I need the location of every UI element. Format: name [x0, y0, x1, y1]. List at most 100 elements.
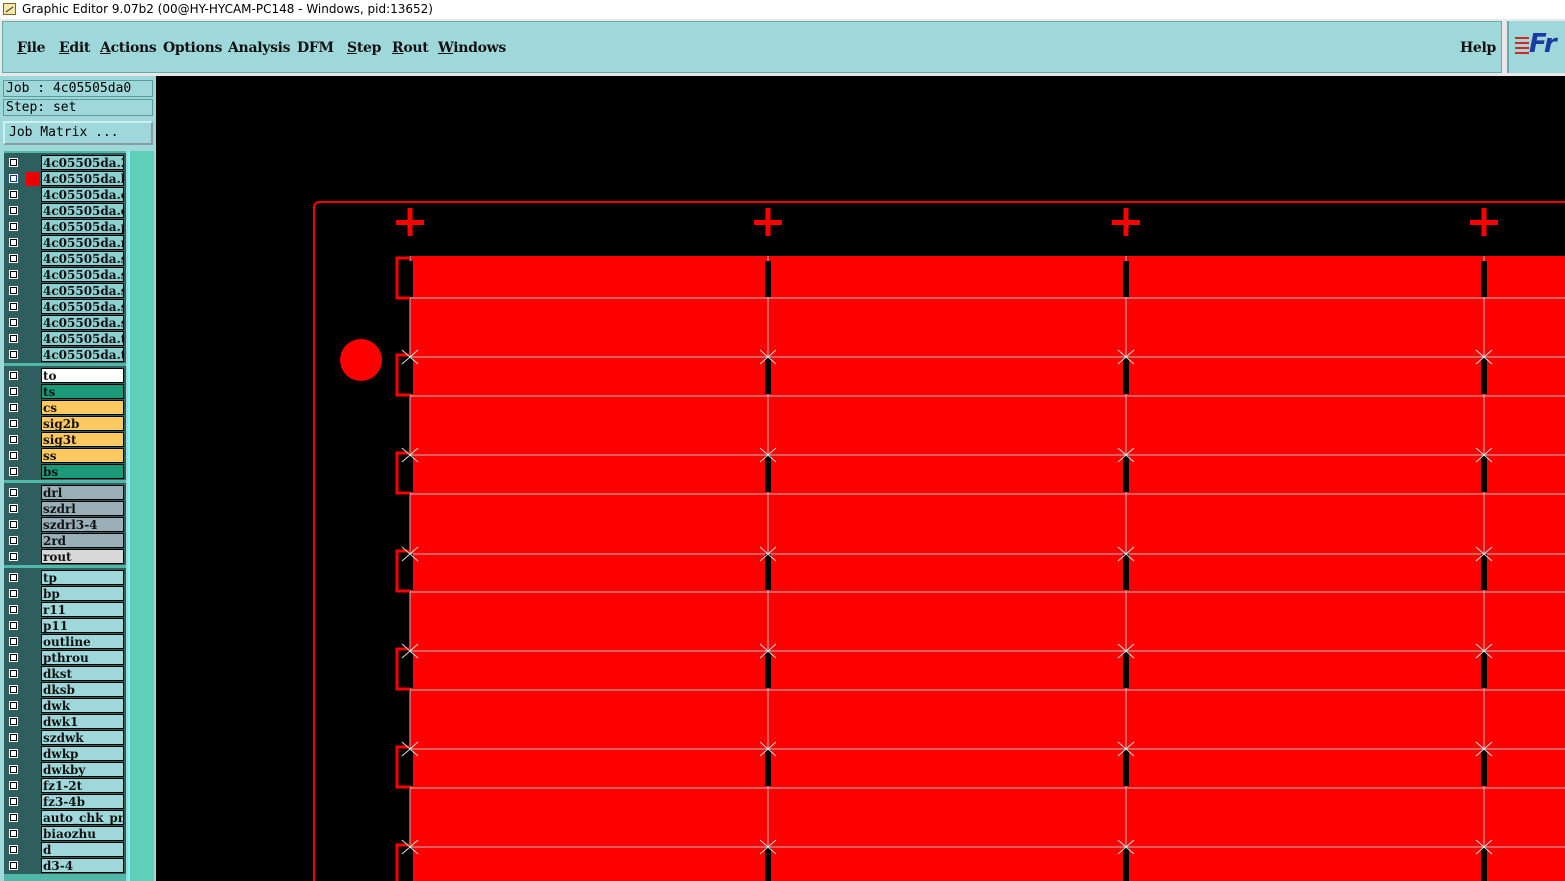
layer-row[interactable]: rout	[4, 549, 126, 565]
layer-checkbox[interactable]	[9, 467, 18, 476]
layer-checkbox[interactable]	[9, 829, 18, 838]
layer-row[interactable]: drl	[4, 485, 126, 501]
layer-label[interactable]: 4c05505da.pt	[41, 219, 124, 234]
layer-label[interactable]: ts	[41, 384, 124, 399]
panel-drawing[interactable]	[158, 76, 1565, 881]
layer-row[interactable]: sig3t	[4, 432, 126, 448]
layer-checkbox[interactable]	[9, 685, 18, 694]
layer-label[interactable]: 4c05505da.bm	[41, 171, 124, 186]
layer-checkbox[interactable]	[9, 536, 18, 545]
layer-label[interactable]: 4c05505da.si	[41, 251, 124, 266]
layer-label[interactable]: d	[41, 842, 124, 857]
layer-checkbox[interactable]	[9, 403, 18, 412]
layer-checkbox[interactable]	[9, 520, 18, 529]
layer-row[interactable]: 2rd	[4, 533, 126, 549]
layer-checkbox[interactable]	[9, 504, 18, 513]
layer-label[interactable]: 4c05505da.sz	[41, 299, 124, 314]
layer-row[interactable]: d	[4, 842, 126, 858]
layer-row[interactable]: 4c05505da.cs	[4, 187, 126, 203]
layer-row[interactable]: 4c05505da.si	[4, 267, 126, 283]
layer-checkbox[interactable]	[9, 765, 18, 774]
layer-row[interactable]: dwk1	[4, 714, 126, 730]
menu-help[interactable]: Help	[1460, 40, 1496, 56]
layer-label[interactable]: dwkby	[41, 762, 124, 777]
layer-row[interactable]: szdrl3-4	[4, 517, 126, 533]
layer-checkbox[interactable]	[9, 206, 18, 215]
layer-label[interactable]: fz1-2t	[41, 778, 124, 793]
graphic-canvas[interactable]	[158, 76, 1565, 881]
layer-list-scrollbar[interactable]	[128, 151, 154, 881]
layer-row[interactable]: sig2b	[4, 416, 126, 432]
layer-label[interactable]: 4c05505da.cs	[41, 187, 124, 202]
layer-checkbox[interactable]	[9, 717, 18, 726]
layer-row[interactable]: 4c05505da.ts	[4, 347, 126, 363]
layer-label[interactable]: 4c05505da.sz	[41, 315, 124, 330]
layer-row[interactable]: 4c05505da.pt	[4, 219, 126, 235]
layer-checkbox[interactable]	[9, 371, 18, 380]
layer-checkbox[interactable]	[9, 451, 18, 460]
layer-checkbox[interactable]	[9, 270, 18, 279]
menu-options[interactable]: Options	[163, 40, 222, 56]
layer-row[interactable]: 4c05505da.bm	[4, 171, 126, 187]
layer-row[interactable]: 4c05505da.sz	[4, 315, 126, 331]
menu-file[interactable]: File	[17, 40, 46, 56]
layer-label[interactable]: pthrou	[41, 650, 124, 665]
layer-label[interactable]: 4c05505da.dr	[41, 203, 124, 218]
layer-row[interactable]: 4c05505da.2r	[4, 155, 126, 171]
job-matrix-button[interactable]: Job Matrix ...	[3, 121, 153, 145]
layer-checkbox[interactable]	[9, 222, 18, 231]
layer-row[interactable]: fz1-2t	[4, 778, 126, 794]
layer-checkbox[interactable]	[9, 419, 18, 428]
menu-analysis[interactable]: Analysis	[228, 40, 291, 56]
layer-label[interactable]: tp	[41, 570, 124, 585]
menu-windows[interactable]: Windows	[438, 40, 506, 56]
layer-row[interactable]: 4c05505da.ss	[4, 283, 126, 299]
layer-checkbox[interactable]	[9, 350, 18, 359]
layer-checkbox[interactable]	[9, 158, 18, 167]
layer-checkbox[interactable]	[9, 733, 18, 742]
layer-label[interactable]: 4c05505da.2r	[41, 155, 124, 170]
layer-label[interactable]: 4c05505da.ts	[41, 347, 124, 362]
layer-row[interactable]: auto_chk_pnl	[4, 810, 126, 826]
layer-label[interactable]: p11	[41, 618, 124, 633]
layer-label[interactable]: szdrl3-4	[41, 517, 124, 532]
layer-checkbox[interactable]	[9, 589, 18, 598]
layer-row[interactable]: cs	[4, 400, 126, 416]
layer-checkbox[interactable]	[9, 621, 18, 630]
layer-checkbox[interactable]	[9, 813, 18, 822]
layer-label[interactable]: fz3-4b	[41, 794, 124, 809]
layer-label[interactable]: dwk	[41, 698, 124, 713]
layer-checkbox[interactable]	[9, 653, 18, 662]
layer-label[interactable]: sig3t	[41, 432, 124, 447]
layer-row[interactable]: dksb	[4, 682, 126, 698]
layer-checkbox[interactable]	[9, 781, 18, 790]
layer-label[interactable]: r11	[41, 602, 124, 617]
layer-row[interactable]: 4c05505da.dr	[4, 203, 126, 219]
layer-label[interactable]: 4c05505da.si	[41, 267, 124, 282]
layer-label[interactable]: 4c05505da.to	[41, 331, 124, 346]
layer-row[interactable]: 4c05505da.ro	[4, 235, 126, 251]
layer-label[interactable]: 4c05505da.ss	[41, 283, 124, 298]
layer-row[interactable]: outline	[4, 634, 126, 650]
layer-checkbox[interactable]	[9, 435, 18, 444]
layer-row[interactable]: dwk	[4, 698, 126, 714]
layer-label[interactable]: sig2b	[41, 416, 124, 431]
layer-checkbox[interactable]	[9, 552, 18, 561]
layer-checkbox[interactable]	[9, 749, 18, 758]
layer-label[interactable]: outline	[41, 634, 124, 649]
layer-checkbox[interactable]	[9, 318, 18, 327]
layer-checkbox[interactable]	[9, 861, 18, 870]
layer-label[interactable]: to	[41, 368, 124, 383]
layer-label[interactable]: biaozhu	[41, 826, 124, 841]
layer-label[interactable]: dksb	[41, 682, 124, 697]
layer-checkbox[interactable]	[9, 797, 18, 806]
layer-row[interactable]: 4c05505da.sz	[4, 299, 126, 315]
layer-label[interactable]: rout	[41, 549, 124, 564]
menu-step[interactable]: Step	[347, 40, 381, 56]
layer-checkbox[interactable]	[9, 302, 18, 311]
layer-checkbox[interactable]	[9, 701, 18, 710]
layer-label[interactable]: d3-4	[41, 858, 124, 873]
layer-label[interactable]: bs	[41, 464, 124, 479]
layer-row[interactable]: pthrou	[4, 650, 126, 666]
layer-row[interactable]: p11	[4, 618, 126, 634]
